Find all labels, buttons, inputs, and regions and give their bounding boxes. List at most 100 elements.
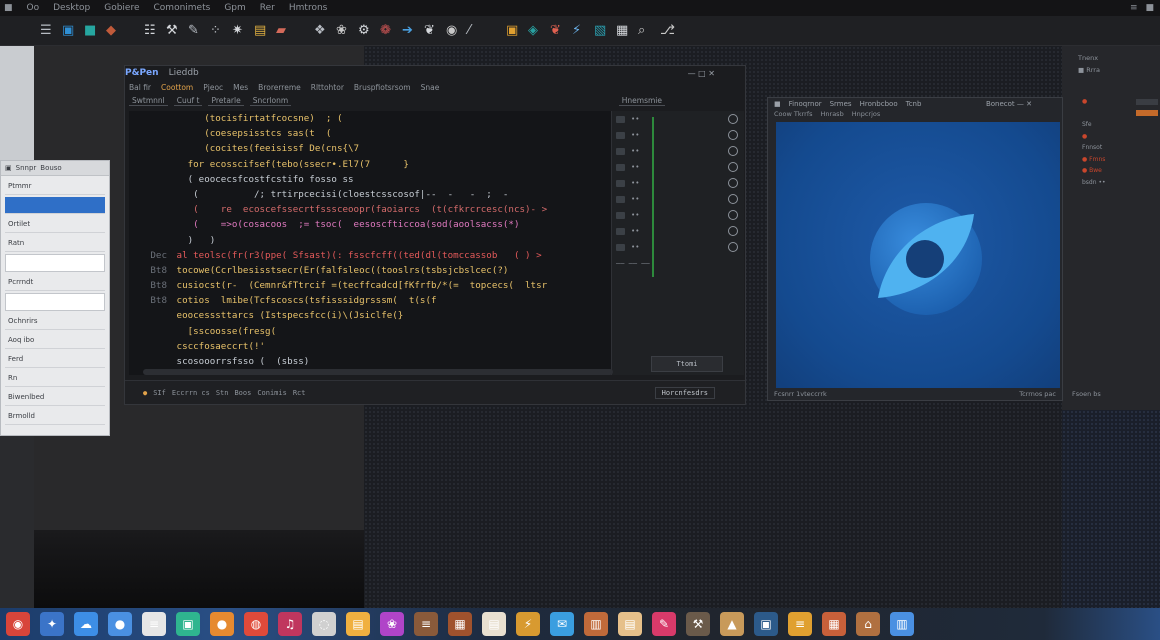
palette-app-icon[interactable]: ❀ xyxy=(380,612,404,636)
status-dot-icon[interactable] xyxy=(728,210,738,220)
bucket-icon[interactable]: ❦ xyxy=(550,23,566,38)
tools-app-icon[interactable]: ⚒ xyxy=(686,612,710,636)
editor-tab[interactable]: Cuuf t xyxy=(173,96,203,106)
paper-app-icon[interactable]: ▤ xyxy=(618,612,642,636)
dialog-row[interactable]: Pcrrndt xyxy=(5,274,105,291)
right-panel-item[interactable]: ● Bwe xyxy=(1082,165,1158,177)
editor-menu-item[interactable]: Coottom xyxy=(161,83,193,92)
menu-item[interactable]: Hmtrons xyxy=(289,3,327,13)
editor-menu-item[interactable]: Bruspfiotsrsom xyxy=(354,83,411,92)
horizontal-scrollbar[interactable] xyxy=(143,369,613,375)
pen-icon[interactable]: ✎ xyxy=(188,23,204,38)
notes-app-icon[interactable]: ≡ xyxy=(142,612,166,636)
side-panel-row[interactable]: •• xyxy=(612,223,744,239)
preview-menu-item[interactable]: Hnrasb xyxy=(821,110,844,120)
status-item[interactable]: Boos xyxy=(234,389,251,397)
dialog-row[interactable]: Ptmmr xyxy=(5,178,105,195)
status-item[interactable]: Conimis xyxy=(257,389,287,397)
dialog-row[interactable]: Ferd xyxy=(5,351,105,368)
status-item[interactable]: ● xyxy=(143,389,147,397)
editor-menu-item[interactable]: Bal fir xyxy=(129,83,151,92)
dialog-row[interactable]: Ortilet xyxy=(5,216,105,233)
music-app-icon[interactable]: ♫ xyxy=(278,612,302,636)
preview-title-item[interactable]: Finoqrnor xyxy=(789,100,822,108)
record-app-icon[interactable]: ● xyxy=(210,612,234,636)
dialog-row[interactable] xyxy=(5,197,105,214)
trash-app-icon[interactable]: ▥ xyxy=(890,612,914,636)
menu-item[interactable]: Desktop xyxy=(53,3,90,13)
menu-item[interactable]: Oo xyxy=(27,3,40,13)
dialog-row[interactable]: Ratn xyxy=(5,235,105,252)
preview-title-item[interactable]: Tcnb xyxy=(906,100,922,108)
grid-icon[interactable]: ☷ xyxy=(144,23,160,38)
editor-menu-item[interactable]: Snae xyxy=(421,83,440,92)
status-dot-icon[interactable] xyxy=(728,114,738,124)
grid-app-icon[interactable]: ▦ xyxy=(448,612,472,636)
cube-icon[interactable]: ▧ xyxy=(594,23,610,38)
editor-menu-item[interactable]: Rlttohtor xyxy=(311,83,344,92)
dialog-row[interactable]: Ochnrirs xyxy=(5,313,105,330)
status-item[interactable]: Stn xyxy=(216,389,229,397)
status-dot-icon[interactable] xyxy=(728,226,738,236)
menu-item[interactable]: Comonimets xyxy=(154,3,211,13)
code-area[interactable]: Dec Bt8 Bt8 Bt8 (tocisfirtatfcocsne) ; ( (c… xyxy=(129,111,611,375)
editor-tab[interactable]: Sncrlonm xyxy=(249,96,292,106)
side-panel-row[interactable]: •• xyxy=(612,111,744,127)
editor-menu-item[interactable]: Mes xyxy=(233,83,248,92)
editor-tab[interactable]: Pretarle xyxy=(208,96,244,106)
status-item[interactable]: ■ xyxy=(1145,3,1154,13)
editor-tab-right[interactable]: Hnemsmie xyxy=(618,96,665,106)
editor-menu-item[interactable]: Pjeoc xyxy=(203,83,223,92)
wrench-icon[interactable]: ⚒ xyxy=(166,23,182,38)
menu-item[interactable]: Rer xyxy=(260,3,275,13)
right-panel-value-box[interactable] xyxy=(1136,98,1158,105)
tag-icon[interactable]: ◆ xyxy=(106,23,122,38)
store-app-icon[interactable]: ▣ xyxy=(176,612,200,636)
cursor-icon[interactable]: ➔ xyxy=(402,23,418,38)
folder-app-icon[interactable]: ▤ xyxy=(346,612,370,636)
status-dot-icon[interactable] xyxy=(728,194,738,204)
side-panel-row[interactable]: •• xyxy=(612,175,744,191)
right-panel-item[interactable]: ● Fmns xyxy=(1082,154,1158,166)
folder-icon[interactable]: ▣ xyxy=(62,23,78,38)
side-panel-row[interactable]: •• xyxy=(612,127,744,143)
right-panel-value-box[interactable] xyxy=(1136,110,1158,117)
bolt-app-icon[interactable]: ⚡ xyxy=(516,612,540,636)
globe-app-icon[interactable]: ◌ xyxy=(312,612,336,636)
book-app-icon[interactable]: ▥ xyxy=(584,612,608,636)
menu-item[interactable]: Gpm xyxy=(224,3,245,13)
stack-app-icon[interactable]: ≡ xyxy=(788,612,812,636)
status-dot-icon[interactable] xyxy=(728,130,738,140)
preview-window-controls[interactable]: Bonecot — ✕ xyxy=(986,100,1032,108)
layers-icon[interactable]: ▤ xyxy=(254,23,270,38)
status-item[interactable]: SIf xyxy=(153,389,166,397)
side-panel-row[interactable]: •• xyxy=(612,143,744,159)
dialog-row[interactable]: Brmolld xyxy=(5,408,105,425)
side-panel-row[interactable]: •• xyxy=(612,239,744,255)
chair-app-icon[interactable]: ⌂ xyxy=(856,612,880,636)
dialog-row[interactable]: Rn xyxy=(5,370,105,387)
gear-icon[interactable]: ⚙ xyxy=(358,23,374,38)
side-panel-row[interactable]: •• xyxy=(612,191,744,207)
preview-menu-item[interactable]: Hnpcrjos xyxy=(852,110,881,120)
dialog-row[interactable]: Biwenlbed xyxy=(5,389,105,406)
window-controls[interactable]: — □ ✕ xyxy=(688,69,715,78)
right-panel-item[interactable]: ● xyxy=(1082,96,1158,108)
menu-item[interactable]: Gobiere xyxy=(104,3,139,13)
code-icon[interactable]: ☰ xyxy=(40,23,56,38)
paint-icon[interactable]: ■ xyxy=(84,23,100,38)
status-dot-icon[interactable] xyxy=(728,146,738,156)
dialog-input-field[interactable] xyxy=(5,254,105,272)
editor-menu-item[interactable]: Brorerreme xyxy=(258,83,301,92)
car-icon[interactable]: ▰ xyxy=(276,23,292,38)
share-icon[interactable]: ❖ xyxy=(314,23,330,38)
dialog-row[interactable]: Aoq ibo xyxy=(5,332,105,349)
status-item[interactable]: Eccrrn cs xyxy=(172,389,210,397)
docs-app-icon[interactable]: ▤ xyxy=(482,612,506,636)
dialog-input-field[interactable] xyxy=(5,293,105,311)
bars-app-icon[interactable]: ≡ xyxy=(414,612,438,636)
filter-icon[interactable]: ❦ xyxy=(424,23,440,38)
preview-title-item[interactable]: ■ xyxy=(774,100,781,108)
menu-item[interactable]: ■ xyxy=(4,3,13,13)
terminal-button[interactable]: Ttomi xyxy=(651,356,723,372)
